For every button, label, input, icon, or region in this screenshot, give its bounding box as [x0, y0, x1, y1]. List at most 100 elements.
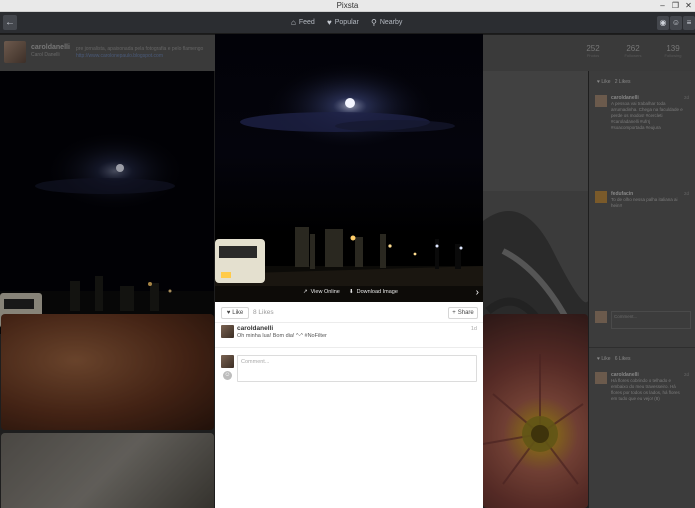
camera-button[interactable]: ◉ [657, 16, 669, 30]
nav-popular-label: Popular [334, 19, 359, 26]
like-label: Like [232, 310, 244, 316]
download-image-label: Download Image [356, 289, 398, 295]
divider [215, 322, 483, 323]
side-like-row-2[interactable]: ♥ Like 6 Likes [597, 356, 631, 362]
arrow-left-icon: ← [5, 17, 15, 28]
photo-detail-modal: ↗ View Online ⬇ Download Image › ♥ Like … [215, 34, 483, 508]
profile-link[interactable]: http://www.carolonepaulo.blogspot.com [76, 53, 163, 59]
like-button[interactable]: ♥ Like [221, 307, 249, 319]
comment-text: To de olho nessa palha italiana ai hein!… [611, 197, 678, 208]
heart-icon: ♥ [597, 79, 600, 85]
comment-time: 2d [683, 95, 689, 100]
plus-icon: + [452, 310, 456, 316]
nav-popular[interactable]: ♥ Popular [327, 16, 359, 30]
chevron-right-icon: › [475, 287, 479, 298]
view-online-button[interactable]: ↗ View Online [303, 289, 340, 295]
stat-followers[interactable]: 262 Followers [616, 44, 650, 58]
divider [589, 347, 695, 348]
side-like-label-1: Like [601, 79, 611, 85]
window-title: Pixsta [336, 1, 359, 10]
close-icon[interactable]: ✕ [682, 0, 695, 11]
background-photo-orange[interactable] [1, 314, 214, 430]
comment-text: A pessoa vai trabalhar toda arrumadinha.… [611, 101, 683, 130]
background-photo-moon[interactable] [0, 71, 214, 334]
stat-following-label: Following [664, 53, 682, 58]
comment-text: Há flores cobrindo o telhado e embaixo d… [611, 378, 680, 401]
profile-fullname: Carol Danelli [31, 52, 60, 58]
camera-icon: ◉ [659, 18, 667, 27]
share-button[interactable]: + Share [448, 307, 478, 319]
caption-text: Oh minha lua! Bom dia! ^-^ #NoFilter [237, 333, 327, 339]
back-button[interactable]: ← [3, 15, 17, 30]
top-nav: ← ⌂ Feed ♥ Popular ⚲ Nearby ◉ ☺ ≡ [0, 12, 695, 34]
stat-followers-value: 262 [626, 44, 640, 53]
current-user-avatar [221, 355, 234, 368]
emoji-button[interactable]: ☺ [223, 371, 232, 380]
comment-avatar[interactable] [595, 372, 607, 384]
caption-avatar[interactable] [221, 325, 234, 338]
heart-icon: ♥ [327, 18, 332, 27]
app-window: Pixsta – ❐ ✕ ← ⌂ Feed ♥ Popular ⚲ Nearby… [0, 0, 695, 508]
background-photo-fabric[interactable] [483, 71, 588, 348]
side-like-row-1[interactable]: ♥ Like 2 Likes [597, 79, 631, 85]
dim-overlay [1, 433, 214, 508]
next-photo-button[interactable]: › [476, 287, 479, 298]
nav-nearby-label: Nearby [379, 19, 403, 26]
fabric-image [483, 71, 588, 348]
stat-following[interactable]: 139 Following [656, 44, 690, 58]
share-label: Share [457, 310, 474, 316]
menu-button[interactable]: ≡ [683, 16, 695, 30]
profile-username[interactable]: caroldanelli [31, 44, 70, 51]
home-icon: ⌂ [291, 18, 296, 27]
nav-feed-label: Feed [298, 19, 315, 26]
user-icon: ☺ [671, 18, 681, 27]
moon-scene-image [215, 34, 483, 302]
side-comment: caroldanelli Há flores cobrindo o telhad… [595, 372, 689, 422]
comment-time: 2d [683, 372, 689, 377]
stat-followers-label: Followers [624, 53, 642, 58]
location-pin-icon: ⚲ [371, 18, 377, 27]
comment-time: 2d [683, 191, 689, 196]
stat-photos-label: Photos [586, 53, 600, 58]
side-like-label-2: Like [601, 356, 611, 362]
stat-photos[interactable]: 252 Photos [576, 44, 610, 58]
side-comment-input[interactable]: Comment... [611, 311, 691, 329]
profile-bio: pre jornalista, apaixonada pela fotograf… [76, 46, 204, 52]
side-comment: fedufacin To de olho nessa palha italian… [595, 191, 689, 221]
side-likes-count-2: 6 Likes [614, 356, 631, 362]
stat-following-value: 139 [666, 44, 680, 53]
side-comment-avatar [595, 311, 607, 323]
title-bar: Pixsta – ❐ ✕ [0, 0, 695, 12]
photo-action-bar: ↗ View Online ⬇ Download Image › [215, 286, 483, 302]
menu-icon: ≡ [686, 18, 692, 27]
profile-avatar[interactable] [4, 41, 26, 63]
side-comment: caroldanelli A pessoa vai trabalhar toda… [595, 95, 689, 150]
comment-input[interactable] [237, 355, 477, 382]
download-image-button[interactable]: ⬇ Download Image [349, 289, 398, 295]
profile-button[interactable]: ☺ [670, 16, 682, 30]
dim-overlay [0, 71, 214, 334]
modal-photo[interactable]: ↗ View Online ⬇ Download Image › [215, 34, 483, 302]
minimize-icon[interactable]: – [656, 0, 669, 11]
dim-overlay [483, 314, 588, 508]
stat-photos-value: 252 [586, 44, 600, 53]
heart-icon: ♥ [226, 310, 231, 316]
restore-icon[interactable]: ❐ [669, 0, 682, 11]
background-photo-flower[interactable] [483, 314, 588, 508]
comment-avatar[interactable] [595, 191, 607, 203]
caption-username[interactable]: caroldanelli [237, 325, 273, 332]
nav-nearby[interactable]: ⚲ Nearby [371, 16, 402, 30]
nav-feed[interactable]: ⌂ Feed [291, 16, 315, 30]
smiley-icon: ☺ [224, 372, 231, 378]
dim-overlay [1, 314, 214, 430]
side-likes-count-1: 2 Likes [614, 79, 631, 85]
divider [215, 347, 483, 348]
background-photo-gray[interactable] [1, 433, 214, 508]
caption-time: 1d [470, 326, 477, 332]
share-arrow-icon: ↗ [303, 289, 308, 295]
likes-count[interactable]: 8 Likes [253, 309, 274, 316]
background-comments-panel: ♥ Like 2 Likes caroldanelli A pessoa vai… [589, 71, 695, 508]
heart-icon: ♥ [597, 356, 600, 362]
download-icon: ⬇ [349, 289, 354, 295]
comment-avatar[interactable] [595, 95, 607, 107]
